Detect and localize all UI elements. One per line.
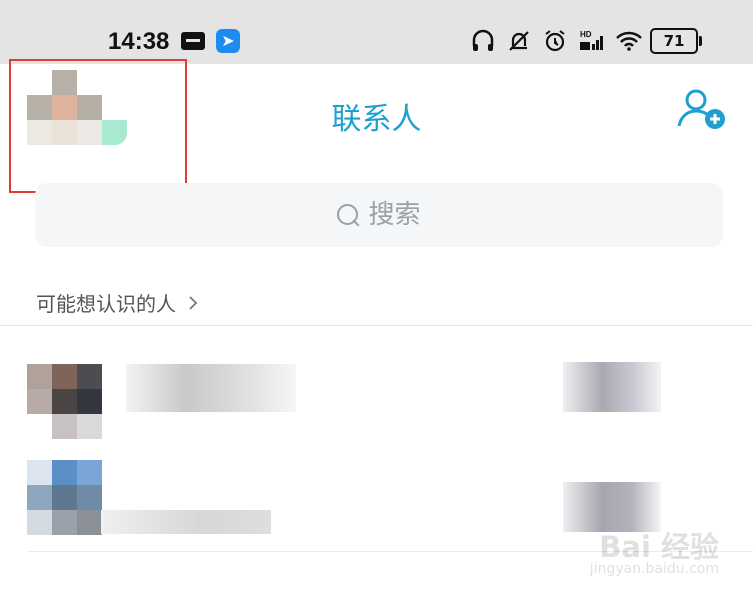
status-bar: 14:38 ➤ HD 71 — [0, 0, 753, 64]
message-icon — [181, 32, 205, 50]
chevron-right-icon — [188, 292, 198, 316]
status-icons: HD 71 — [470, 26, 702, 56]
watermark-url: jingyan.baidu.com — [589, 561, 719, 577]
search-placeholder: 搜索 — [368, 200, 421, 230]
add-friend-button-blur[interactable] — [563, 482, 661, 532]
page-title: 联系人 — [331, 102, 422, 137]
section-label: 可能想认识的人 — [36, 292, 176, 316]
app-icon: ➤ — [216, 29, 240, 53]
headphones-icon — [470, 28, 496, 54]
alarm-icon — [542, 28, 568, 54]
add-friend-button-blur[interactable] — [563, 362, 661, 412]
watermark: Bai 经验 jingyan.baidu.com — [590, 532, 719, 576]
watermark-brand: Bai 经验 — [599, 530, 719, 564]
wifi-icon — [614, 28, 642, 54]
avatar — [27, 460, 102, 535]
contact-subtitle-blur — [101, 510, 271, 534]
list-item[interactable] — [0, 344, 753, 449]
search-bar[interactable]: 搜索 — [35, 183, 723, 247]
people-you-may-know-header[interactable]: 可能想认识的人 — [36, 288, 736, 317]
avatar — [27, 350, 102, 440]
add-user-icon[interactable] — [676, 88, 728, 132]
search-icon — [337, 204, 359, 225]
silent-bell-icon — [506, 28, 532, 54]
contact-name-blur — [126, 364, 296, 412]
battery-icon: 71 — [650, 28, 702, 54]
section-divider — [0, 325, 753, 326]
status-time: 14:38 — [108, 28, 170, 55]
svg-text:HD: HD — [580, 30, 592, 39]
hd-signal-icon: HD — [578, 28, 604, 54]
